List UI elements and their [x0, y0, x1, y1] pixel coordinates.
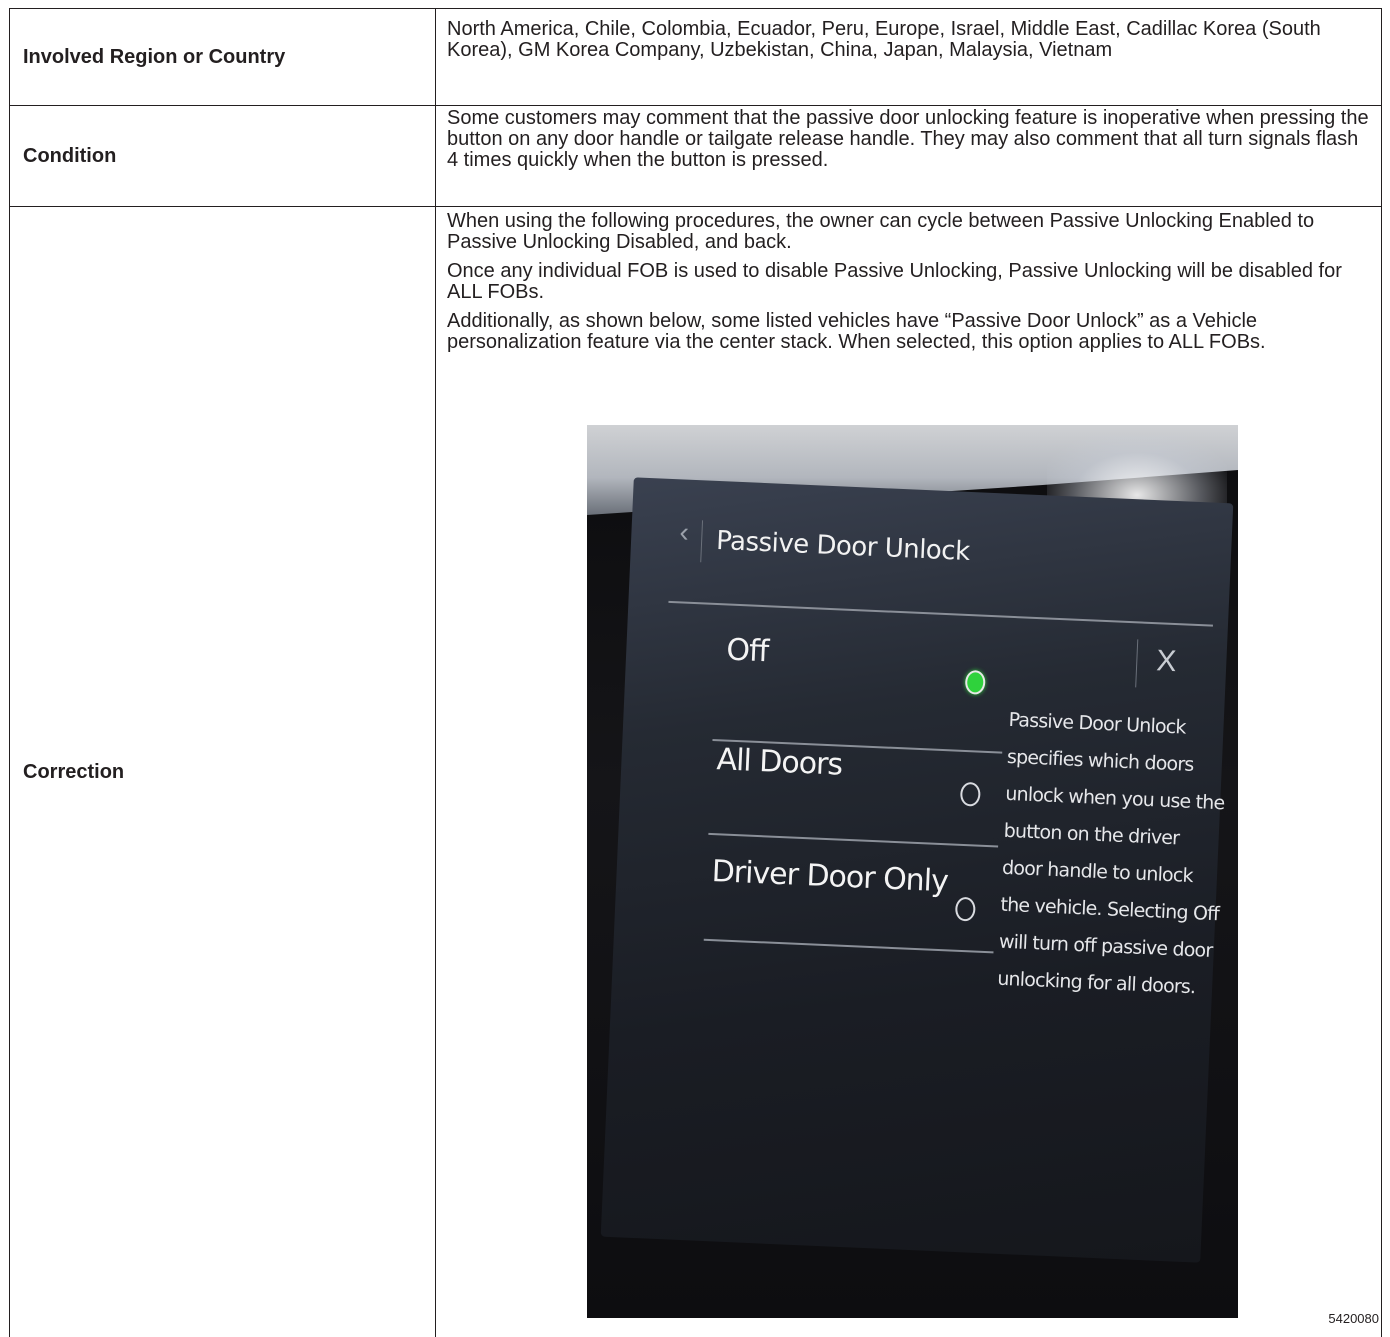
close-icon: X [1156, 650, 1177, 672]
radio-unselected-icon [955, 897, 976, 922]
radio-unselected-icon [960, 782, 981, 807]
help-text: Passive Door Unlock specifies which door… [997, 702, 1230, 1007]
option-driver-door-label: Driver Door Only [711, 861, 948, 892]
row-value-region: North America, Chile, Colombia, Ecuador,… [436, 9, 1382, 106]
close-divider [1135, 639, 1138, 687]
table-row: Correction When using the following proc… [10, 207, 1382, 1337]
correction-paragraph: When using the following procedures, the… [447, 211, 1371, 253]
screen-title: Passive Door Unlock [716, 531, 970, 563]
header-divider [668, 601, 1213, 627]
option-divider [704, 939, 994, 954]
option-off-label: Off [726, 639, 769, 662]
option-divider [708, 833, 998, 848]
table-row: Involved Region or Country North America… [10, 9, 1382, 106]
back-arrow-icon: ‹ [679, 521, 689, 542]
photo-frame: ‹ Passive Door Unlock X Off All Doors Dr… [587, 425, 1238, 1318]
correction-paragraph: Additionally, as shown below, some liste… [447, 311, 1371, 353]
center-stack-photo: ‹ Passive Door Unlock X Off All Doors Dr… [587, 425, 1238, 1318]
row-label-region: Involved Region or Country [10, 9, 436, 106]
correction-paragraph: Once any individual FOB is used to disab… [447, 261, 1371, 303]
table-row: Condition Some customers may comment tha… [10, 106, 1382, 207]
option-all-doors-label: All Doors [716, 749, 842, 775]
infotainment-screen: ‹ Passive Door Unlock X Off All Doors Dr… [601, 477, 1234, 1262]
row-value-correction: When using the following procedures, the… [436, 207, 1382, 1337]
figure-number: 5420080 [1328, 1308, 1379, 1329]
row-label-correction: Correction [10, 207, 436, 1337]
row-value-condition: Some customers may comment that the pass… [436, 106, 1382, 207]
bulletin-table: Involved Region or Country North America… [9, 8, 1382, 1337]
row-label-condition: Condition [10, 106, 436, 207]
radio-selected-icon [965, 670, 986, 695]
title-divider [700, 520, 703, 562]
